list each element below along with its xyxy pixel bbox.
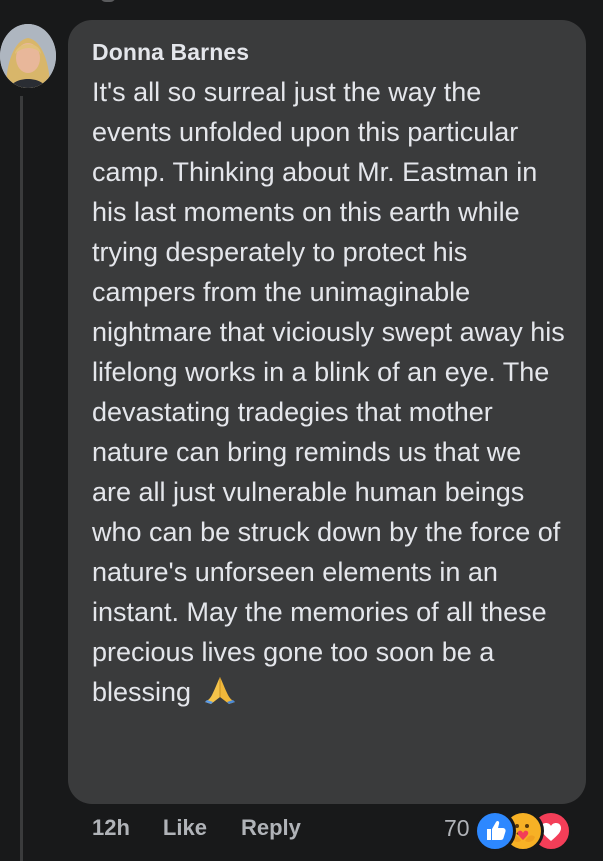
reactions-summary[interactable]: 70: [444, 808, 578, 852]
comment-bubble: Donna Barnes It's all so surreal just th…: [68, 20, 586, 804]
previous-avatar-edge: [100, 0, 116, 2]
author-name[interactable]: Donna Barnes: [92, 38, 562, 66]
like-reaction-icon: [473, 810, 516, 852]
reaction-icons: [473, 808, 578, 852]
comment-thread: Donna Barnes It's all so surreal just th…: [0, 0, 603, 861]
comment-actions: 12h Like Reply: [92, 812, 301, 844]
timestamp[interactable]: 12h: [92, 815, 130, 841]
like-button[interactable]: Like: [163, 815, 207, 841]
thread-line: [20, 96, 23, 861]
comment-text: It's all so surreal just the way the eve…: [92, 77, 565, 707]
avatar[interactable]: [0, 24, 56, 88]
comment-body: It's all so surreal just the way the eve…: [92, 72, 567, 712]
reaction-count: 70: [444, 814, 470, 841]
reply-button[interactable]: Reply: [241, 815, 301, 841]
folded-hands-icon: [203, 675, 237, 705]
